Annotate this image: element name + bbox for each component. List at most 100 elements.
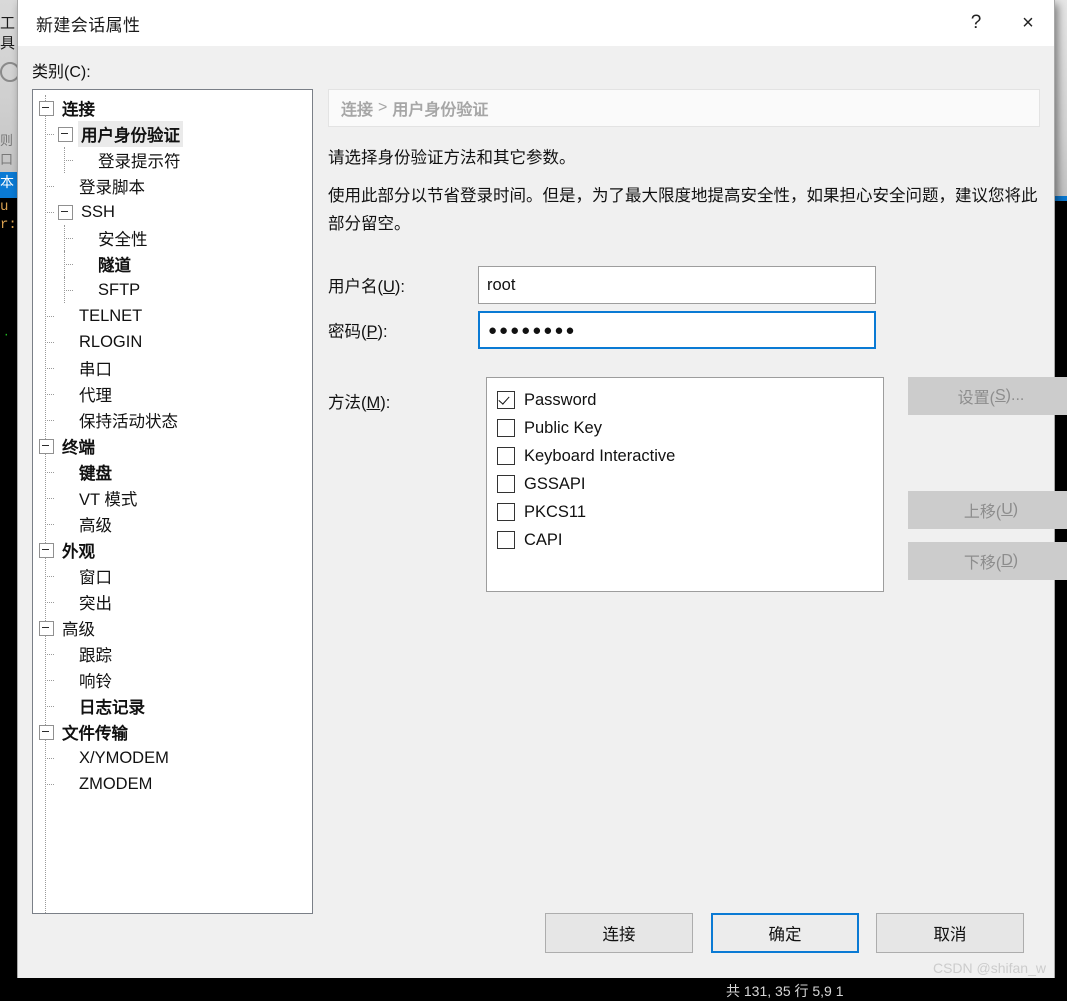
help-icon[interactable]: ?	[950, 0, 1002, 46]
tree-collapse-icon[interactable]	[39, 438, 54, 454]
tree-item-16[interactable]: 高级	[33, 511, 312, 537]
tree-item-0[interactable]: 连接	[33, 95, 312, 121]
breadcrumb-separator: >	[378, 99, 388, 116]
tree-item-label: 跟踪	[79, 647, 112, 665]
tree-item-11[interactable]: 代理	[33, 381, 312, 407]
tree-connector	[45, 706, 54, 708]
tree-item-23[interactable]: 日志记录	[33, 693, 312, 719]
password-label-pre: 密码(	[328, 323, 367, 341]
checkbox-icon[interactable]	[497, 447, 515, 465]
tree-item-label: 连接	[62, 101, 95, 119]
tree-collapse-icon[interactable]	[39, 724, 54, 740]
checkbox-icon[interactable]	[497, 391, 515, 409]
background-terminal-text: u r:	[0, 199, 17, 233]
close-icon[interactable]: ×	[1002, 0, 1054, 46]
tree-item-10[interactable]: 串口	[33, 355, 312, 381]
category-label: 类别(C):	[32, 64, 91, 81]
tree-connector	[64, 251, 66, 277]
tree-item-15[interactable]: VT 模式	[33, 485, 312, 511]
username-row: 用户名(U):	[328, 266, 876, 304]
move-up-button: 上移(U)	[908, 491, 1067, 529]
checkbox-icon[interactable]	[497, 475, 515, 493]
ok-button[interactable]: 确定	[711, 913, 859, 953]
tree-item-21[interactable]: 跟踪	[33, 641, 312, 667]
tree-item-13[interactable]: 终端	[33, 433, 312, 459]
tree-connector	[45, 316, 54, 318]
tree-item-6[interactable]: 隧道	[33, 251, 312, 277]
tree-collapse-icon[interactable]	[58, 204, 73, 220]
tree-item-label: 高级	[62, 621, 95, 639]
tree-connector	[45, 134, 54, 136]
tree-item-label: 突出	[79, 595, 112, 613]
tree-collapse-icon[interactable]	[39, 620, 54, 636]
tree-item-label: 串口	[79, 361, 112, 379]
tree-collapse-icon[interactable]	[39, 542, 54, 558]
tree-connector	[45, 212, 54, 214]
method-item-1[interactable]: Public Key	[497, 414, 883, 442]
connect-button[interactable]: 连接	[545, 913, 693, 953]
method-list[interactable]: Password Public Key Keyboard Interactive GS…	[486, 377, 884, 592]
checkbox-icon[interactable]	[497, 419, 515, 437]
method-item-label: Public Key	[524, 418, 602, 437]
method-label-post: ):	[380, 394, 391, 412]
tree-item-label: X/YMODEM	[79, 748, 169, 767]
method-label: 方法(M):	[328, 389, 390, 413]
category-tree[interactable]: 连接用户身份验证登录提示符登录脚本 SSH 安全性隧道 SFTP TELNET RLOGI…	[32, 89, 313, 914]
dialog-title: 新建会话属性	[36, 15, 141, 35]
tree-item-4[interactable]: SSH	[33, 199, 312, 225]
tree-collapse-icon[interactable]	[39, 100, 54, 116]
password-input[interactable]: ●●●●●●●●	[478, 311, 876, 349]
tree-item-17[interactable]: 外观	[33, 537, 312, 563]
tree-connector	[45, 498, 54, 500]
breadcrumb-current: 用户身份验证	[392, 102, 489, 119]
username-label-post: ):	[394, 278, 406, 296]
checkbox-icon[interactable]	[497, 531, 515, 549]
method-item-3[interactable]: GSSAPI	[497, 470, 883, 498]
tree-body: 连接用户身份验证登录提示符登录脚本 SSH 安全性隧道 SFTP TELNET RLOGI…	[33, 95, 312, 797]
tree-item-label: 安全性	[98, 231, 148, 249]
tree-item-25[interactable]: X/YMODEM	[33, 745, 312, 771]
tree-item-26[interactable]: ZMODEM	[33, 771, 312, 797]
tree-collapse-icon[interactable]	[58, 126, 73, 142]
username-input[interactable]	[478, 266, 876, 304]
tree-item-3[interactable]: 登录脚本	[33, 173, 312, 199]
session-properties-dialog: 新建会话属性 ? × 类别(C): 连接 用户身份验证 登录提示符 登录脚本 SSH 安全…	[17, 0, 1067, 980]
button-label-post: )	[1012, 552, 1019, 569]
tree-item-22[interactable]: 响铃	[33, 667, 312, 693]
checkbox-icon[interactable]	[497, 503, 515, 521]
tree-item-20[interactable]: 高级	[33, 615, 312, 641]
tree-item-label: 登录提示符	[98, 153, 181, 171]
tree-item-18[interactable]: 窗口	[33, 563, 312, 589]
tree-item-14[interactable]: 键盘	[33, 459, 312, 485]
breadcrumb-parent[interactable]: 连接	[341, 96, 373, 120]
method-item-0[interactable]: Password	[497, 386, 883, 414]
tree-item-2[interactable]: 登录提示符	[33, 147, 312, 173]
tree-item-7[interactable]: SFTP	[33, 277, 312, 303]
tree-item-24[interactable]: 文件传输	[33, 719, 312, 745]
tree-connector	[64, 147, 66, 173]
tree-item-12[interactable]: 保持活动状态	[33, 407, 312, 433]
cancel-button[interactable]: 取消	[876, 913, 1024, 953]
tree-item-1[interactable]: 用户身份验证	[33, 121, 312, 147]
method-item-5[interactable]: CAPI	[497, 526, 883, 554]
tree-connector	[64, 225, 66, 251]
tree-item-label: 代理	[79, 387, 112, 405]
button-label-pre: 上移(	[963, 504, 1002, 521]
button-label-pre: 设置(	[957, 390, 995, 407]
tree-item-label: 隧道	[98, 257, 131, 275]
password-accesskey: P	[366, 323, 378, 341]
tree-connector	[64, 277, 66, 303]
button-accesskey: D	[1001, 552, 1013, 569]
caption-buttons: ? ×	[950, 0, 1054, 46]
tree-item-19[interactable]: 突出	[33, 589, 312, 615]
tree-connector	[45, 186, 54, 188]
description-line-2: 使用此部分以节省登录时间。但是，为了最大限度地提高安全性，如果担心安全问题，建议…	[328, 187, 1038, 233]
method-item-2[interactable]: Keyboard Interactive	[497, 442, 883, 470]
tree-item-9[interactable]: RLOGIN	[33, 329, 312, 355]
tree-item-5[interactable]: 安全性	[33, 225, 312, 251]
tree-item-8[interactable]: TELNET	[33, 303, 312, 329]
method-item-label: Keyboard Interactive	[524, 446, 676, 465]
tree-item-label: 用户身份验证	[78, 121, 183, 147]
background-left-selected-item: 本	[0, 172, 17, 198]
method-item-4[interactable]: PKCS11	[497, 498, 883, 526]
